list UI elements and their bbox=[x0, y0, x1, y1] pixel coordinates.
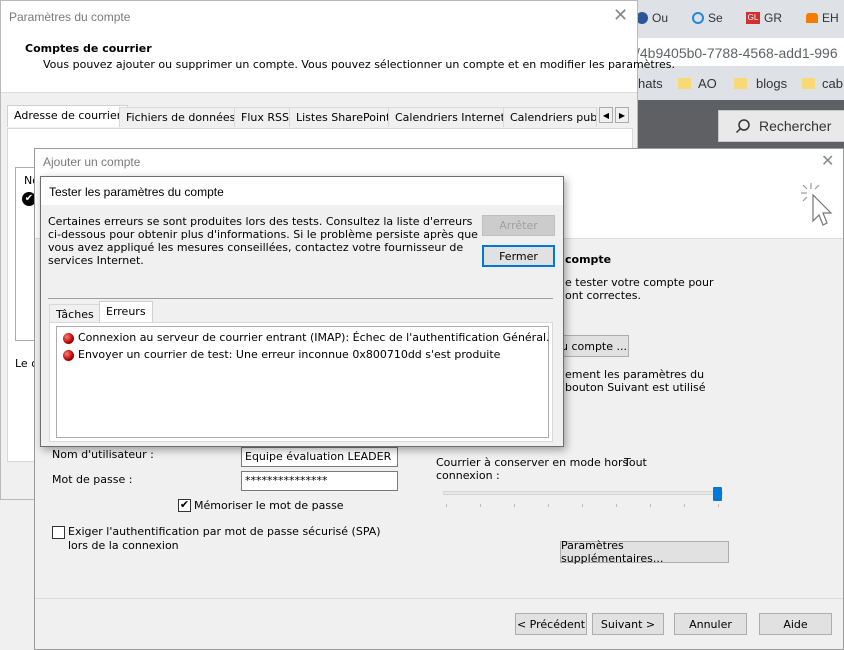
folder-icon bbox=[734, 78, 747, 89]
help-button[interactable]: Aide bbox=[759, 613, 832, 635]
browser-tab[interactable]: EH bbox=[806, 8, 844, 28]
folder-icon bbox=[678, 78, 691, 89]
window-title: Paramètres du compte bbox=[9, 10, 131, 24]
password-label: Mot de passe : bbox=[52, 473, 133, 486]
offline-label: Courrier à conserver en mode hors bbox=[436, 456, 629, 469]
folder-icon bbox=[802, 78, 815, 89]
right-description: ement les paramètres du bbox=[565, 368, 705, 381]
offline-label-line2: connexion : bbox=[436, 469, 500, 482]
slider-track bbox=[443, 491, 723, 495]
slider-ticks bbox=[446, 504, 722, 507]
test-dialog-message: Certaines erreurs se sont produites lors… bbox=[48, 215, 478, 267]
right-heading: compte bbox=[565, 253, 612, 266]
spiral-icon bbox=[692, 12, 704, 24]
list-item[interactable]: Envoyer un courrier de test: Une erreur … bbox=[63, 348, 500, 361]
test-settings-dialog: Tester les paramètres du compte Certaine… bbox=[40, 176, 564, 447]
test-account-button[interactable]: u compte ... bbox=[559, 335, 629, 357]
close-icon[interactable]: ✕ bbox=[613, 5, 628, 26]
browser-tab-label: EH bbox=[822, 11, 839, 25]
spa-label-line2: lors de la connexion bbox=[68, 539, 179, 552]
tab-published-calendars[interactable]: Calendriers publi bbox=[503, 107, 597, 127]
back-button[interactable]: < Précédent bbox=[515, 613, 587, 635]
offline-slider[interactable] bbox=[443, 487, 723, 511]
cursor-sparkle-icon bbox=[801, 183, 833, 226]
search-label: Rechercher bbox=[759, 118, 832, 134]
spa-label: Exiger l'authentification par mot de pas… bbox=[68, 525, 381, 538]
tab-email[interactable]: Adresse de courrier bbox=[7, 105, 129, 127]
close-icon[interactable]: ✕ bbox=[821, 151, 834, 171]
cancel-button[interactable]: Annuler bbox=[674, 613, 747, 635]
tab-scroll-left[interactable]: ◀ bbox=[599, 107, 613, 123]
account-tabs: Adresse de courrier Fichiers de données … bbox=[7, 105, 633, 129]
browser-tab[interactable]: Se bbox=[692, 8, 748, 28]
close-button[interactable]: Fermer bbox=[482, 245, 555, 267]
more-settings-button[interactable]: Paramètres supplémentaires... bbox=[560, 539, 729, 565]
slider-thumb[interactable] bbox=[713, 487, 722, 501]
search-box[interactable]: Rechercher bbox=[718, 110, 844, 142]
list-item[interactable]: Connexion au serveur de courrier entrant… bbox=[63, 331, 550, 344]
spa-checkbox[interactable] bbox=[52, 526, 65, 539]
password-field[interactable]: *************** bbox=[241, 471, 398, 491]
error-icon bbox=[63, 349, 74, 361]
moodle-icon bbox=[806, 13, 818, 23]
error-text: Envoyer un courrier de test: Une erreur … bbox=[78, 348, 501, 361]
error-text: Connexion au serveur de courrier entrant… bbox=[78, 331, 550, 344]
section-description: Vous pouvez ajouter ou supprimer un comp… bbox=[43, 58, 676, 71]
dialog-title: Tester les paramètres du compte bbox=[49, 185, 224, 199]
add-account-titlebar: Ajouter un compte ✕ bbox=[35, 149, 843, 175]
browser-tab-label: Se bbox=[708, 11, 723, 25]
bookmark-item[interactable]: blogs bbox=[756, 76, 787, 91]
bookmarks-bar: hats AO blogs cab bbox=[630, 72, 844, 96]
test-dialog-tabs: Tâches Erreurs bbox=[49, 301, 553, 323]
browser-tab[interactable]: Ou bbox=[636, 8, 684, 28]
search-icon bbox=[735, 119, 750, 134]
error-icon bbox=[63, 332, 74, 344]
tab-data-files[interactable]: Fichiers de données bbox=[119, 107, 243, 127]
bookmark-item[interactable]: hats bbox=[638, 76, 663, 91]
remember-password-label: Mémoriser le mot de passe bbox=[194, 499, 344, 512]
dialog-separator bbox=[48, 298, 553, 299]
test-dialog-titlebar: Tester les paramètres du compte bbox=[41, 177, 563, 205]
offline-value: Tout bbox=[624, 456, 647, 469]
remember-password-checkbox[interactable]: ✔ bbox=[178, 499, 191, 512]
next-button[interactable]: Suivant > bbox=[592, 613, 664, 635]
browser-tab-label: GR bbox=[764, 11, 782, 25]
tab-tasks[interactable]: Tâches bbox=[49, 304, 101, 323]
bookmark-item[interactable]: AO bbox=[698, 76, 717, 91]
tab-rss[interactable]: Flux RSS bbox=[234, 107, 296, 127]
window-title: Ajouter un compte bbox=[43, 155, 141, 169]
browser-tab[interactable]: GL GR bbox=[746, 8, 806, 28]
browser-tab-strip: Ou Se GL GR EH bbox=[630, 4, 844, 30]
tab-internet-calendars[interactable]: Calendriers Internet bbox=[388, 107, 512, 127]
browser-tab-label: Ou bbox=[652, 11, 669, 25]
username-field[interactable]: Equipe évaluation LEADER bbox=[241, 447, 398, 467]
username-label: Nom d'utilisateur : bbox=[52, 448, 154, 461]
errors-list[interactable]: Connexion au serveur de courrier entrant… bbox=[56, 326, 550, 438]
account-settings-titlebar: Paramètres du compte ✕ bbox=[1, 1, 637, 33]
stop-button[interactable]: Arrêter bbox=[482, 215, 555, 236]
tab-errors[interactable]: Erreurs bbox=[99, 301, 153, 323]
account-settings-header: Comptes de courrier Vous pouvez ajouter … bbox=[1, 33, 675, 93]
bookmark-item[interactable]: cab bbox=[822, 76, 843, 91]
tab-sharepoint[interactable]: Listes SharePoint bbox=[289, 107, 398, 127]
tab-scroll-right[interactable]: ▶ bbox=[615, 107, 629, 123]
right-description: bouton Suivant est utilisé bbox=[565, 381, 706, 394]
gl-icon: GL bbox=[746, 12, 760, 24]
right-description: ont correctes. bbox=[565, 289, 642, 302]
right-description: e tester votre compte pour bbox=[565, 276, 714, 289]
section-heading: Comptes de courrier bbox=[25, 42, 152, 55]
footer-divider bbox=[35, 598, 843, 599]
